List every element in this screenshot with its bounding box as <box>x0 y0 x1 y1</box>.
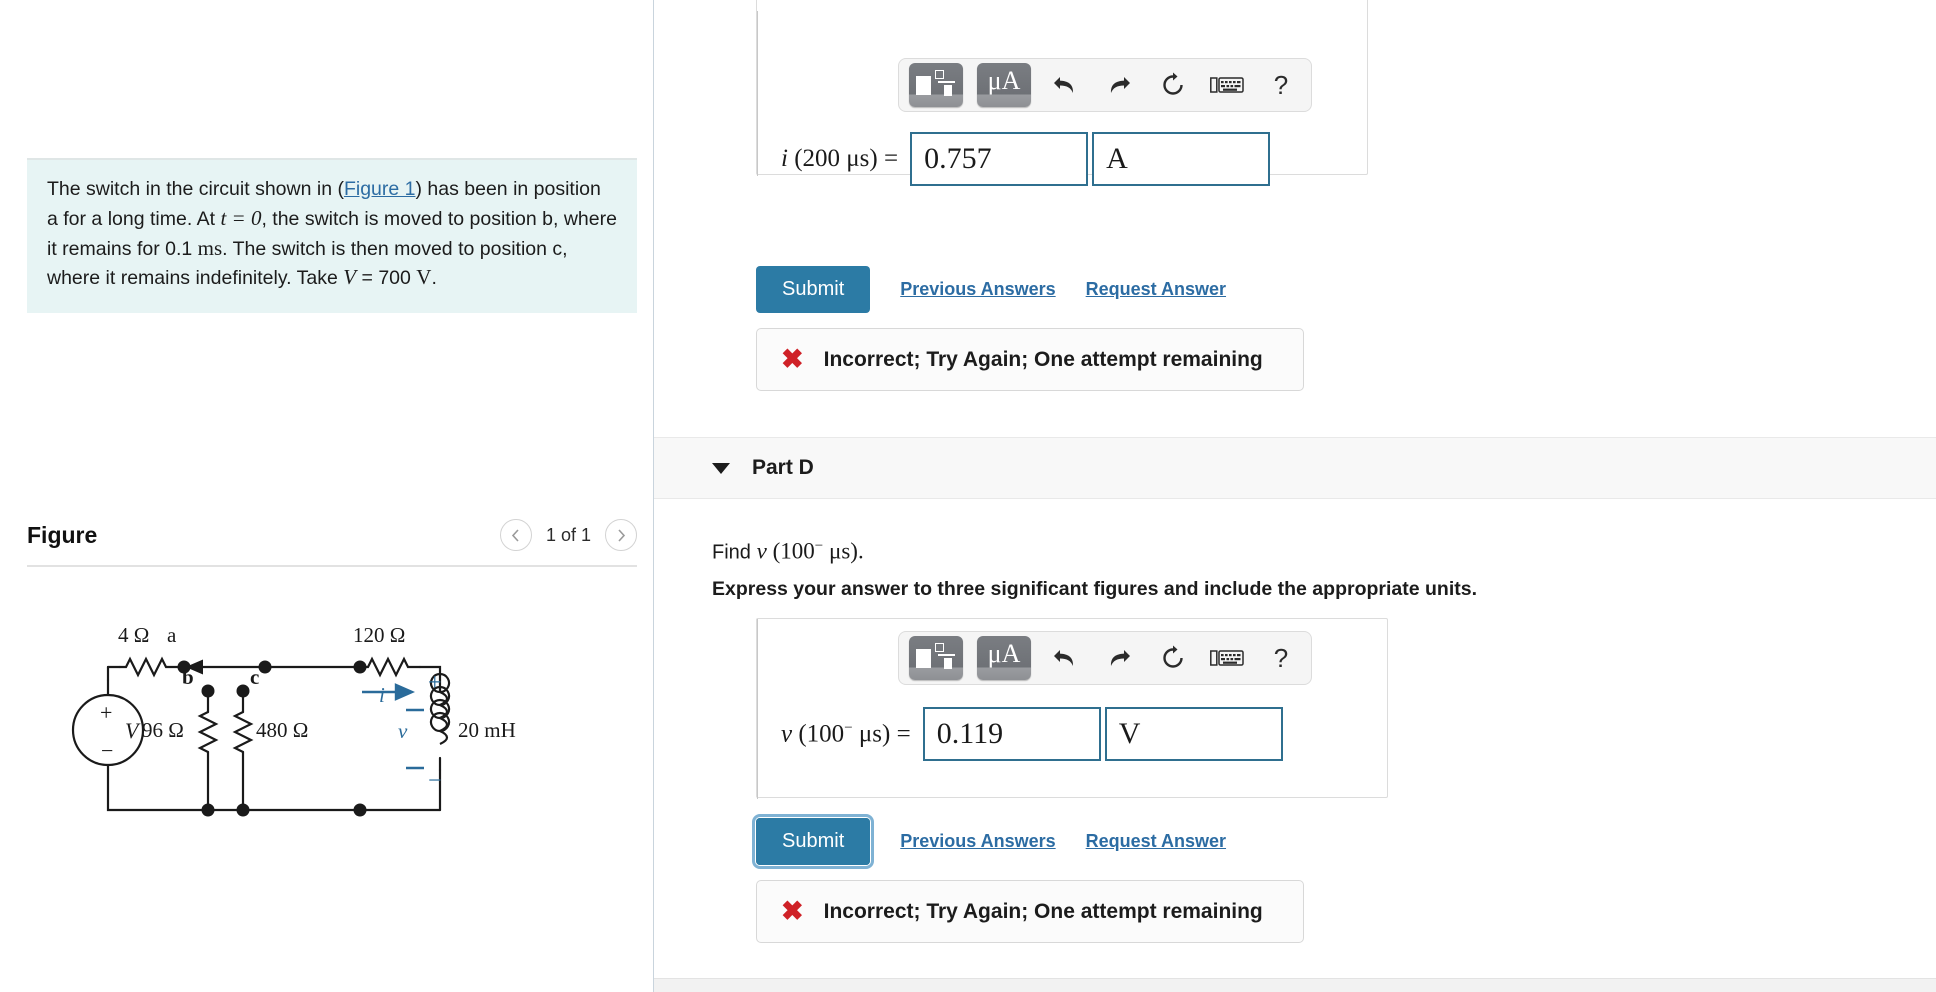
label-inductor: 20 mH <box>458 718 516 742</box>
part-d-question-var: v <box>756 538 767 564</box>
part-d-feedback-text: Incorrect; Try Again; One attempt remain… <box>823 899 1263 923</box>
part-c-units-input[interactable] <box>1092 132 1271 186</box>
label-480ohm: 480 Ω <box>256 718 308 742</box>
label-4ohm: 4 Ω <box>118 623 149 647</box>
part-c-submit-button[interactable]: Submit <box>756 266 871 313</box>
label-source-V: V <box>125 718 141 743</box>
problem-math-V: V <box>343 265 357 290</box>
part-d-question-arg-open: (100 <box>772 538 815 564</box>
part-c-button-row: Submit Previous Answers Request Answer <box>756 266 1226 313</box>
undo-icon[interactable] <box>1045 638 1085 678</box>
keyboard-icon[interactable] <box>1207 65 1247 105</box>
part-d-instruction: Express your answer to three significant… <box>712 578 1477 600</box>
figure-counter: 1 of 1 <box>545 524 591 545</box>
part-c-answer-input[interactable] <box>910 132 1089 186</box>
app-root: The switch in the circuit shown in (Figu… <box>0 0 1936 992</box>
part-d-title: Part D <box>752 456 814 479</box>
units-button[interactable]: μA <box>977 63 1031 107</box>
part-d-question-arg-close: μs). <box>823 538 864 564</box>
part-c-math-toolbar: μA ? <box>898 58 1312 112</box>
part-d-units-input[interactable] <box>1104 707 1283 761</box>
redo-icon[interactable] <box>1099 65 1139 105</box>
caret-down-icon[interactable] <box>712 462 730 474</box>
part-d-question-find: Find <box>712 541 751 564</box>
reset-icon[interactable] <box>1153 65 1193 105</box>
label-node-a: a <box>167 623 177 647</box>
part-d-math-toolbar: μA ? <box>898 631 1312 685</box>
label-120ohm: 120 Ω <box>353 623 405 647</box>
problem-math-t: t = 0 <box>220 205 262 230</box>
part-c-previous-answers-link[interactable]: Previous Answers <box>900 279 1055 300</box>
part-d-equation-row: v (100− μs) = <box>771 707 1283 761</box>
problem-text-5: = 700 <box>356 267 417 290</box>
label-v-minus: − <box>428 768 442 794</box>
right-pane: μA ? i (200 μs) = 0.757 A Submit Previou… <box>654 0 1936 992</box>
chevron-right-icon[interactable] <box>605 519 637 551</box>
label-current-i: i <box>379 683 385 707</box>
figure-title: Figure <box>27 521 98 548</box>
label-source-plus: + <box>100 700 112 725</box>
part-d-question-sup: − <box>814 538 824 554</box>
undo-icon[interactable] <box>1045 65 1085 105</box>
figure-1-link[interactable]: Figure 1 <box>344 178 416 200</box>
x-mark-icon: ✖ <box>781 344 804 374</box>
problem-unit-V: V <box>416 265 432 290</box>
part-d-header[interactable]: Part D <box>654 437 1936 499</box>
part-d-answer-card: μA ? v (100− μs) = 0.119 V <box>756 618 1388 799</box>
problem-unit-ms: ms <box>197 235 223 260</box>
part-d-previous-answers-link[interactable]: Previous Answers <box>900 831 1055 852</box>
math-template-icon[interactable] <box>909 636 963 680</box>
help-button[interactable]: ? <box>1261 65 1301 105</box>
label-96ohm: 96 Ω <box>142 718 184 742</box>
units-button[interactable]: μA <box>977 636 1031 680</box>
part-c-equation-row: i (200 μs) = <box>771 132 1271 186</box>
problem-statement: The switch in the circuit shown in (Figu… <box>27 158 637 314</box>
label-voltage-v: v <box>398 719 408 743</box>
bottom-scroll-area <box>654 978 1936 992</box>
part-c-request-answer-link[interactable]: Request Answer <box>1086 279 1226 300</box>
problem-text-1: The switch in the circuit shown in ( <box>47 178 344 200</box>
math-template-icon[interactable] <box>909 63 963 107</box>
part-c-answer-card: μA ? i (200 μs) = 0.757 A <box>756 0 1368 186</box>
part-d-request-answer-link[interactable]: Request Answer <box>1086 831 1226 852</box>
help-button[interactable]: ? <box>1261 638 1301 678</box>
figure-header: Figure 1 of 1 <box>27 505 637 567</box>
label-v-plus: + <box>428 670 442 696</box>
part-d-button-row: Submit Previous Answers Request Answer <box>751 814 1226 869</box>
part-d-answer-input[interactable] <box>922 707 1101 761</box>
redo-icon[interactable] <box>1099 638 1139 678</box>
problem-text-6: . <box>431 267 437 290</box>
chevron-left-icon[interactable] <box>499 519 532 551</box>
label-node-c: c <box>250 665 259 689</box>
label-node-b: b <box>182 665 194 689</box>
part-c-equation-label: i (200 μs) = <box>781 145 899 172</box>
part-c-feedback: ✖ Incorrect; Try Again; One attempt rema… <box>756 328 1304 391</box>
figure-nav: 1 of 1 <box>499 519 637 551</box>
part-d-submit-button[interactable]: Submit <box>751 814 875 869</box>
part-c-feedback-text: Incorrect; Try Again; One attempt remain… <box>823 347 1263 371</box>
part-d-feedback: ✖ Incorrect; Try Again; One attempt rema… <box>756 880 1304 943</box>
part-d-equation-label: v (100− μs) = <box>781 719 911 748</box>
reset-icon[interactable] <box>1153 638 1193 678</box>
part-d-question: Find v (100− μs). <box>654 538 864 565</box>
x-mark-icon: ✖ <box>781 896 804 926</box>
keyboard-icon[interactable] <box>1207 638 1247 678</box>
label-source-minus: − <box>101 738 113 763</box>
circuit-diagram: 4 Ω a 120 Ω b c 96 Ω 480 Ω 20 mH V i v +… <box>60 620 580 850</box>
left-pane: The switch in the circuit shown in (Figu… <box>0 0 654 992</box>
